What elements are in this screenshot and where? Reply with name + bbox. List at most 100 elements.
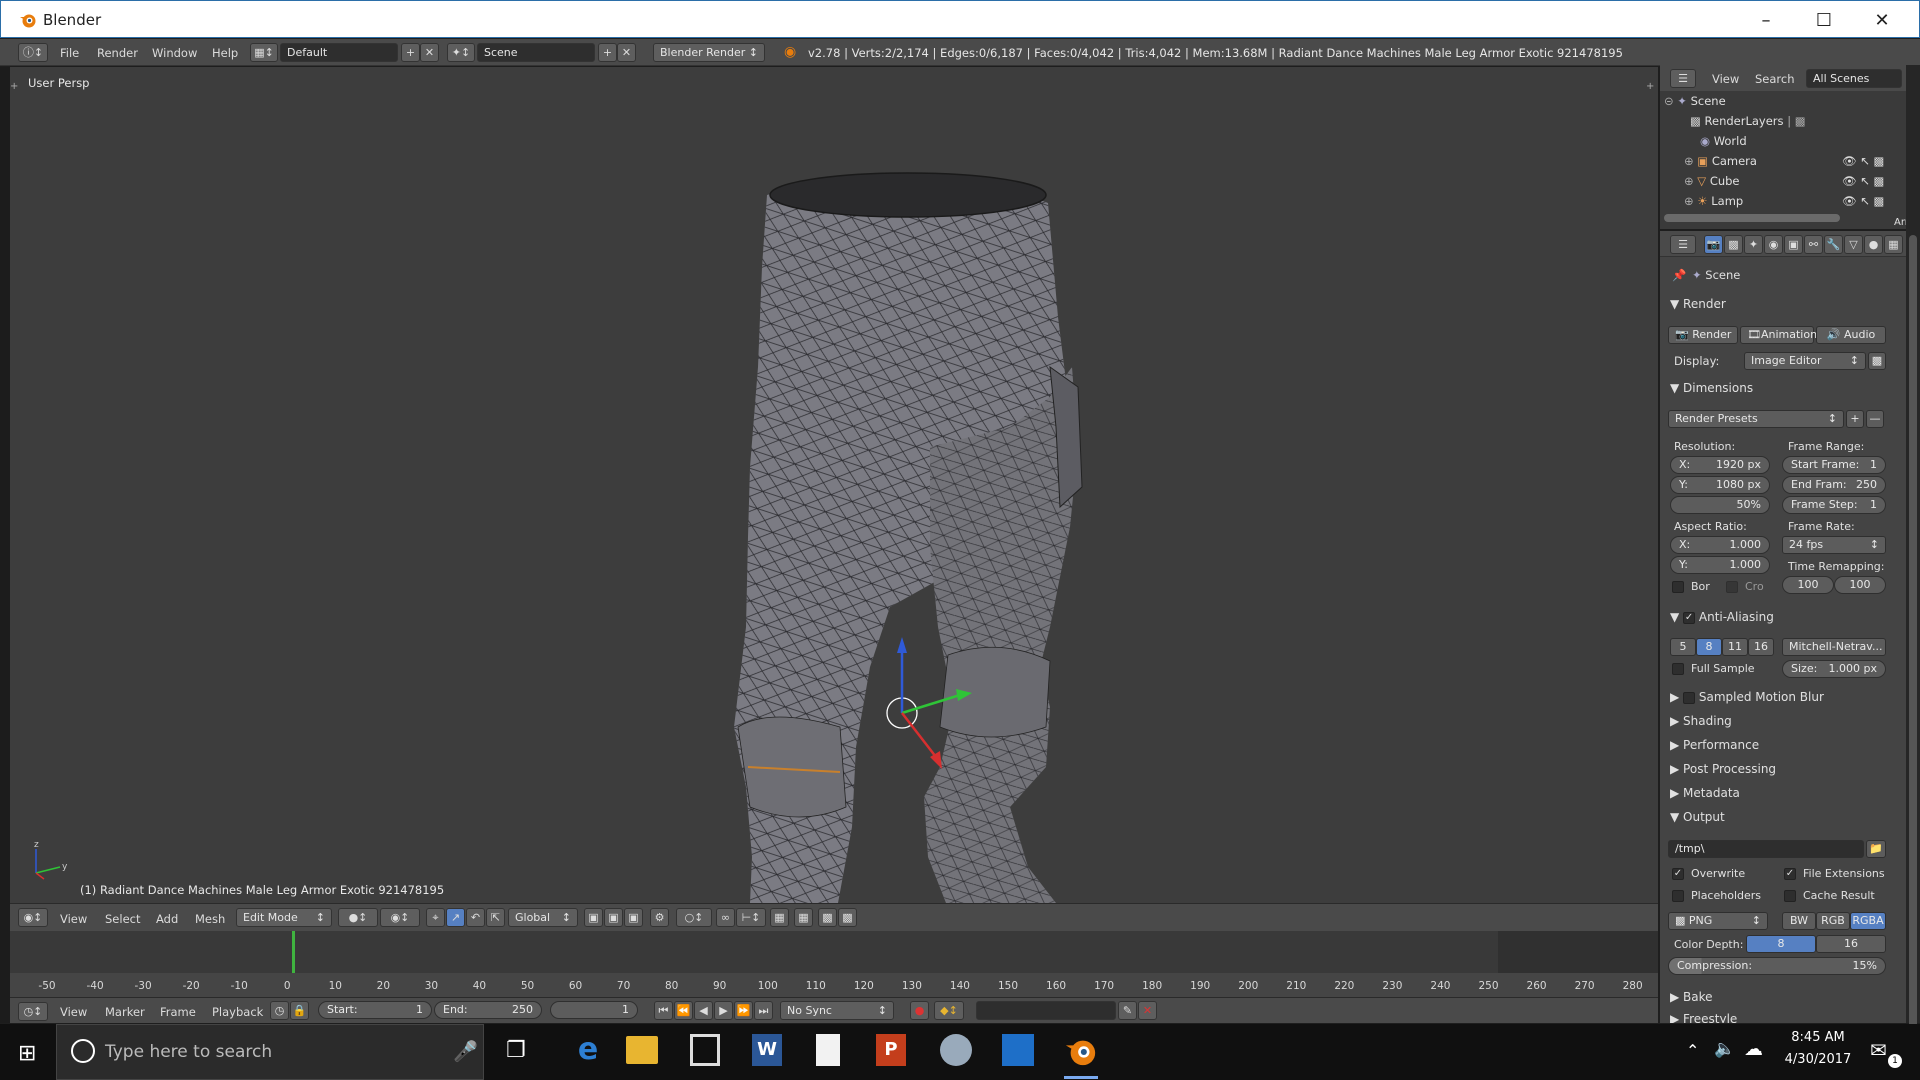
scene-tab-icon[interactable]: ✦ — [1744, 235, 1763, 254]
outliner-row-renderlayers[interactable]: ▩ RenderLayers | ▩ — [1690, 114, 1806, 128]
manipulator-toggle-icon[interactable]: ⌖ — [426, 908, 445, 927]
face-select-icon[interactable]: ▣ — [624, 908, 643, 927]
keying-set-field[interactable] — [976, 1001, 1116, 1020]
animation-button[interactable]: 🎞Animation — [1740, 326, 1817, 344]
frame-rate-select[interactable]: 24 fps ↕ — [1782, 536, 1886, 554]
expand-icon[interactable]: ⊕ — [1684, 194, 1694, 208]
x-axis-arrow[interactable] — [901, 712, 937, 758]
opengl-render-icon[interactable]: ▩ — [818, 908, 837, 927]
close-button[interactable]: ✕ — [1853, 1, 1911, 39]
proportional-edit-icon[interactable]: ○↕ — [676, 908, 712, 927]
remap-new-field[interactable]: 100 — [1834, 576, 1886, 594]
aa-samples-8[interactable]: 8 — [1696, 638, 1722, 656]
resolution-y-field[interactable]: Y: 1080 px — [1670, 476, 1770, 494]
full-sample-checkbox[interactable] — [1672, 663, 1684, 675]
render-presets-select[interactable]: Render Presets ↕ — [1668, 410, 1844, 428]
object-tab-icon[interactable]: ▣ — [1784, 235, 1803, 254]
keying-set-icon[interactable]: ◆↕ — [934, 1001, 964, 1020]
edge-select-icon[interactable]: ▣ — [604, 908, 623, 927]
jump-start-icon[interactable]: ⏮ — [654, 1001, 673, 1020]
cube-visibility-icons[interactable]: 👁 ↖ ▩ — [1842, 174, 1884, 188]
editor-type-3d-icon[interactable]: ◉↕ — [18, 908, 48, 927]
jump-keyframe-back-icon[interactable]: ⏪ — [674, 1001, 693, 1020]
outliner-row-scene[interactable]: ⊝ ✦ Scene — [1664, 94, 1726, 108]
store-icon[interactable] — [690, 1034, 720, 1066]
outliner-menu-view[interactable]: View — [1712, 72, 1739, 86]
play-reverse-icon[interactable]: ◀ — [694, 1001, 713, 1020]
start-frame-field[interactable]: Start: 1 — [318, 1001, 432, 1019]
delete-keyframe-icon[interactable]: ✕ — [1138, 1001, 1157, 1020]
clock-time[interactable]: 8:45 AM — [1778, 1030, 1858, 1045]
jump-keyframe-fwd-icon[interactable]: ⏩ — [734, 1001, 753, 1020]
editor-type-properties-icon[interactable]: ☰ — [1670, 235, 1696, 254]
sync-select[interactable]: No Sync ↕ — [780, 1001, 894, 1020]
task-view-icon[interactable]: ❐ — [506, 1038, 526, 1063]
color-mode-rgba[interactable]: RGBA — [1850, 912, 1886, 930]
resolution-percentage-field[interactable]: 50% — [1670, 496, 1770, 514]
snap-element-icon[interactable]: ⊢↕ — [736, 908, 766, 927]
display-options-icon[interactable]: ▩ — [1868, 352, 1886, 370]
aa-filter-select[interactable]: Mitchell-Netrav... — [1782, 638, 1886, 656]
timeline-menu-frame[interactable]: Frame — [160, 1005, 196, 1019]
anti-aliasing-panel-header[interactable]: ▼ ✓ Anti-Aliasing — [1670, 610, 1774, 624]
data-tab-icon[interactable]: ▽ — [1844, 235, 1863, 254]
add-preset-icon[interactable]: + — [1846, 410, 1864, 428]
editor-type-timeline-icon[interactable]: ◷↕ — [18, 1002, 48, 1021]
audio-button[interactable]: 🔊 Audio — [1816, 326, 1886, 344]
blender-taskbar-icon[interactable] — [1064, 1034, 1098, 1068]
leg-armor-mesh[interactable]: z y — [10, 67, 1658, 903]
motion-blur-checkbox[interactable] — [1683, 691, 1696, 704]
opengl-anim-icon[interactable]: ▩ — [838, 908, 857, 927]
app-icon[interactable] — [940, 1034, 972, 1066]
orientation-select[interactable]: Global ↕ — [508, 908, 578, 927]
document-icon[interactable] — [816, 1034, 840, 1066]
remap-old-field[interactable]: 100 — [1782, 576, 1834, 594]
pin-icon[interactable]: 📌 — [1672, 268, 1686, 282]
outliner-row-camera[interactable]: ⊕ ▣ Camera — [1684, 154, 1757, 168]
menu-add[interactable]: Add — [156, 912, 178, 926]
x-arrow-head[interactable] — [930, 751, 942, 769]
word-icon[interactable]: W — [752, 1034, 782, 1066]
render-preview-icon[interactable]: ▦ — [794, 908, 813, 927]
vertex-select-icon[interactable]: ▣ — [584, 908, 603, 927]
end-frame-prop[interactable]: End Fram: 250 — [1782, 476, 1886, 494]
edge-browser-icon[interactable]: e — [568, 1032, 608, 1072]
outliner-menu-search[interactable]: Search — [1755, 72, 1795, 86]
3d-viewport[interactable]: User Persp + + z y (1) Radiant Dance Mac… — [10, 67, 1658, 903]
menu-file[interactable]: File — [60, 46, 79, 60]
aa-samples-11[interactable]: 11 — [1722, 638, 1748, 656]
render-button[interactable]: 📷 Render — [1668, 326, 1738, 344]
start-frame-prop[interactable]: Start Frame: 1 — [1782, 456, 1886, 474]
menu-view[interactable]: View — [60, 912, 87, 926]
expand-icon[interactable]: ⊕ — [1684, 174, 1694, 188]
overwrite-checkbox[interactable]: ✓ — [1672, 868, 1684, 880]
lamp-visibility-icons[interactable]: 👁 ↖ ▩ — [1842, 194, 1884, 208]
windows-start-icon[interactable]: ⊞ — [18, 1041, 36, 1066]
aa-samples-5[interactable]: 5 — [1670, 638, 1696, 656]
add-scene-icon[interactable]: + — [598, 43, 617, 62]
freestyle-panel-header[interactable]: ▶ Freestyle — [1670, 1012, 1737, 1023]
performance-panel-header[interactable]: ▶ Performance — [1670, 738, 1759, 752]
scene-field[interactable]: Scene — [477, 43, 595, 62]
insert-keyframe-icon[interactable]: ✎ — [1118, 1001, 1137, 1020]
outliner-row-cube[interactable]: ⊕ ▽ Cube — [1684, 174, 1740, 188]
preview-range-icon[interactable]: ◷ — [270, 1001, 289, 1020]
output-panel-header[interactable]: ▼ Output — [1670, 810, 1725, 824]
snap-target-icon[interactable]: ▦ — [770, 908, 789, 927]
outliner-scrollbar[interactable] — [1664, 214, 1840, 222]
compression-slider[interactable]: Compression: 15% — [1668, 957, 1886, 975]
onedrive-icon[interactable]: ☁ — [1744, 1038, 1763, 1060]
modifiers-tab-icon[interactable]: 🔧 — [1824, 235, 1843, 254]
menu-help[interactable]: Help — [212, 46, 238, 60]
cache-result-checkbox[interactable] — [1784, 890, 1796, 902]
minimize-button[interactable]: – — [1737, 1, 1795, 39]
render-layers-tab-icon[interactable]: ▩ — [1724, 235, 1743, 254]
occlude-geometry-icon[interactable]: ⚙ — [650, 908, 669, 927]
clock-date[interactable]: 4/30/2017 — [1778, 1052, 1858, 1067]
timeline-menu-marker[interactable]: Marker — [105, 1005, 145, 1019]
mode-select[interactable]: Edit Mode ↕ — [236, 908, 332, 927]
expand-icon[interactable]: ⊕ — [1684, 154, 1694, 168]
properties-editor[interactable] — [1660, 231, 1906, 1023]
aspect-x-field[interactable]: X: 1.000 — [1670, 536, 1770, 554]
color-mode-bw[interactable]: BW — [1782, 912, 1816, 930]
